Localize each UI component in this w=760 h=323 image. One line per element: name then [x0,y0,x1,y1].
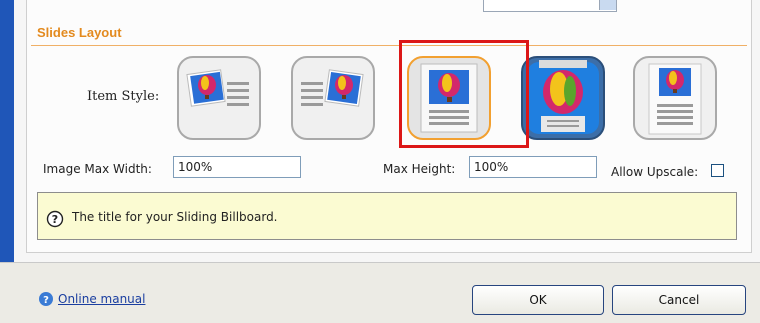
dropdown-arrow-icon[interactable] [599,0,616,10]
image-max-width-input[interactable]: 100% [173,156,301,178]
balloon-thumbnail-icon [186,69,249,107]
question-circle-icon: ? [46,210,64,228]
max-height-label: Max Height: [383,162,456,176]
balloon-thumbnail-icon [301,69,364,107]
item-style-label: Item Style: [87,89,160,104]
cancel-button[interactable]: Cancel [612,285,746,315]
allow-upscale-checkbox[interactable] [711,164,724,177]
svg-text:?: ? [52,213,58,226]
dialog-footer: ? Online manual OK Cancel [0,262,760,323]
settings-panel: Slides Layout Item Style: Image Max Widt… [26,0,752,253]
balloon-thumbnail-icon [527,60,599,134]
dialog: Slides Layout Item Style: Image Max Widt… [14,0,760,262]
balloon-thumbnail-icon [420,63,478,133]
item-style-option-image-left[interactable] [177,56,261,140]
item-style-option-image-list[interactable] [633,56,717,140]
help-question-icon: ? [39,292,53,306]
online-manual-link[interactable]: ? Online manual [38,291,145,307]
svg-text:?: ? [43,295,49,306]
allow-upscale-label: Allow Upscale: [611,165,699,179]
max-height-input[interactable]: 100% [469,156,597,178]
help-text: The title for your Sliding Billboard. [72,210,278,224]
item-style-option-image-right[interactable] [291,56,375,140]
online-manual-text[interactable]: Online manual [58,292,145,306]
section-title: Slides Layout [37,25,122,40]
item-style-option-image-top[interactable] [407,56,491,140]
item-style-option-fullbleed[interactable] [521,56,605,140]
image-max-width-label: Image Max Width: [43,162,152,176]
top-dropdown-field[interactable] [483,0,617,12]
help-box: ? The title for your Sliding Billboard. [37,192,737,240]
balloon-thumbnail-icon [648,63,702,135]
ok-button[interactable]: OK [472,285,604,315]
window-edge [0,0,14,262]
section-divider [31,45,747,46]
